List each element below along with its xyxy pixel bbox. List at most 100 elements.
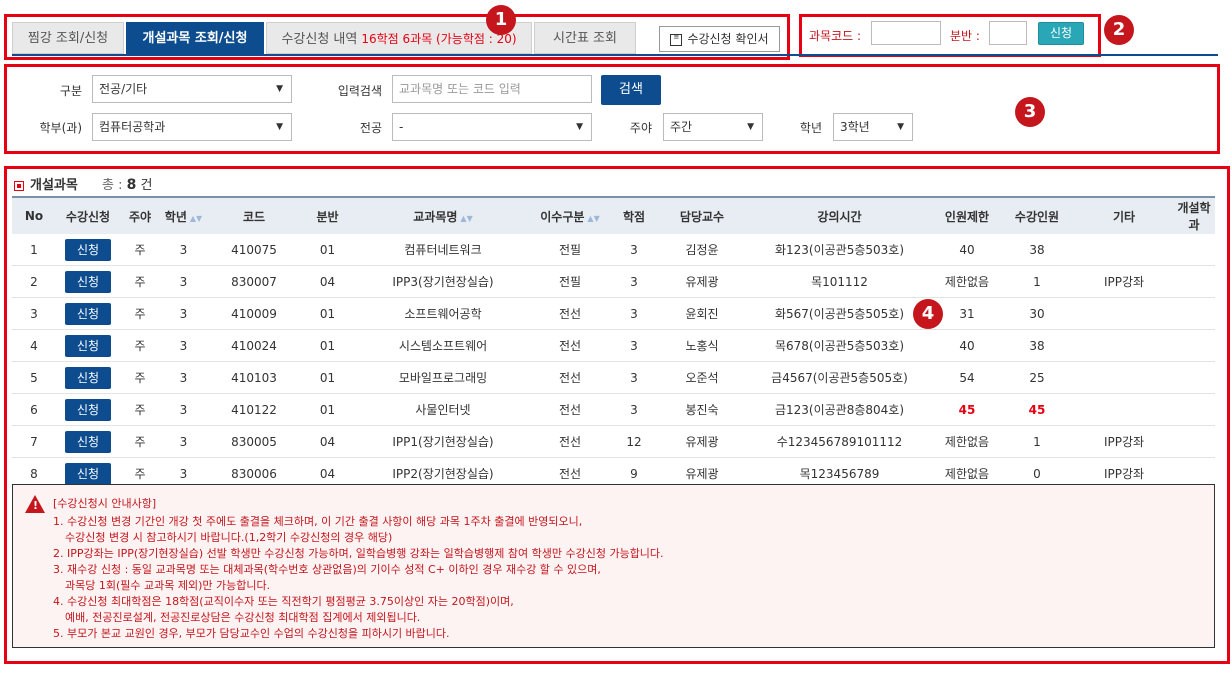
- cell-limit-text: 54: [959, 370, 975, 385]
- cell-daynight: 주: [120, 329, 160, 362]
- cell-limit-text: 31: [959, 306, 975, 321]
- cell-course-name-text: IPP3(장기현장실습): [392, 275, 494, 289]
- col-enrolled: 수강인원: [999, 196, 1075, 234]
- cell-course-name: IPP3(장기현장실습): [354, 265, 532, 298]
- cell-time: 목678(이공관5층503호): [744, 329, 935, 362]
- apply-button[interactable]: 신청: [65, 398, 111, 421]
- course-code-input[interactable]: [871, 21, 941, 45]
- table-row: 1 신청 주 3 410075 01 컴퓨터네트워크 전필 3 김정윤 화123(이공관5층503호…: [12, 234, 1215, 266]
- chevron-down-icon: ▼: [576, 122, 583, 132]
- col-year[interactable]: 학년 ▲▼: [160, 196, 207, 234]
- cell-year: 3: [160, 361, 207, 394]
- tab-timetable[interactable]: 시간표 조회: [534, 22, 636, 54]
- cell-code: 830007: [207, 265, 301, 298]
- cell-dept: [1173, 361, 1215, 394]
- total-unit: 건: [140, 178, 153, 193]
- cell-section: 01: [301, 297, 354, 330]
- cell-code: 830005: [207, 425, 301, 458]
- cell-etc-text: IPP강좌: [1103, 275, 1145, 289]
- cell-type: 전필: [532, 265, 608, 298]
- keyword-input[interactable]: 교과목명 또는 코드 입력: [392, 75, 592, 103]
- cell-type: 전필: [532, 234, 608, 266]
- tab-favorites[interactable]: 찜강 조회/신청: [12, 22, 124, 54]
- apply-button[interactable]: 신청: [65, 462, 111, 485]
- year-value: 3학년: [840, 120, 870, 134]
- cell-course-name-text: IPP1(장기현장실습): [392, 435, 494, 449]
- cell-course-name: 사물인터넷: [354, 393, 532, 426]
- cell-time-text: 화123(이공관5층503호): [774, 243, 905, 257]
- col-dept: 개설학과: [1173, 196, 1215, 234]
- apply-button[interactable]: 신청: [65, 302, 111, 325]
- category-select[interactable]: 전공/기타 ▼: [92, 75, 292, 103]
- cell-time: 화567(이공관5층505호): [744, 297, 935, 330]
- cell-code-text: 830005: [231, 434, 277, 449]
- cell-credit-text: 3: [630, 370, 638, 385]
- notice-title: [수강신청시 안내사항]: [53, 497, 157, 510]
- cell-limit-text: 45: [958, 402, 976, 417]
- tab-open-courses[interactable]: 개설과목 조회/신청: [126, 22, 264, 54]
- cell-professor-text: 노홍식: [685, 339, 719, 353]
- cell-code: 410122: [207, 393, 301, 426]
- apply-button[interactable]: 신청: [65, 238, 111, 261]
- daynight-select[interactable]: 주간 ▼: [663, 113, 763, 141]
- cell-dept: [1173, 297, 1215, 330]
- major-select[interactable]: - ▼: [392, 113, 592, 141]
- cell-code-text: 830006: [231, 466, 277, 481]
- col-year-label: 학년: [164, 209, 187, 224]
- cell-daynight-text: 주: [134, 243, 146, 257]
- cell-enrolled: 25: [999, 361, 1075, 394]
- cell-credit: 3: [608, 393, 660, 426]
- cell-limit: 제한없음: [935, 425, 999, 458]
- apply-button[interactable]: 신청: [65, 430, 111, 453]
- cell-code-text: 410024: [231, 338, 277, 353]
- cell-professor-text: 유제광: [685, 467, 719, 481]
- col-course-name[interactable]: 교과목명 ▲▼: [354, 196, 532, 234]
- major-value: -: [399, 120, 404, 134]
- category-label: 구분: [59, 84, 82, 98]
- cell-code: 410075: [207, 234, 301, 266]
- cell-enrolled: 38: [999, 329, 1075, 362]
- daynight-label: 주야: [629, 121, 652, 135]
- dept-select[interactable]: 컴퓨터공학과 ▼: [92, 113, 292, 141]
- cell-daynight: 주: [120, 393, 160, 426]
- apply-submit-button[interactable]: 신청: [1038, 22, 1084, 45]
- cell-credit-text: 3: [630, 402, 638, 417]
- notice-line: 3. 재수강 신청 : 동일 교과목명 또는 대체과목(학수번호 상관없음)의 …: [53, 563, 601, 576]
- section-label: 분반 :: [950, 29, 980, 43]
- cell-section-text: 01: [319, 306, 336, 321]
- year-select[interactable]: 3학년 ▼: [833, 113, 913, 141]
- credit-summary: 16학점 6과목 (가능학점 : 20): [361, 32, 517, 46]
- cell-limit-text: 40: [959, 338, 975, 353]
- cell-year-text: 3: [179, 274, 188, 289]
- cell-daynight-text: 주: [134, 467, 146, 481]
- cell-enrolled-text: 1: [1033, 434, 1041, 449]
- apply-button[interactable]: 신청: [65, 334, 111, 357]
- cell-type-text: 전선: [558, 403, 582, 417]
- apply-button[interactable]: 신청: [65, 270, 111, 293]
- section-input[interactable]: [989, 21, 1027, 45]
- marker-1: 1: [486, 5, 516, 35]
- cell-no: 4: [12, 329, 56, 362]
- cell-no-text: 6: [30, 402, 38, 417]
- cell-dept: [1173, 393, 1215, 426]
- search-button[interactable]: 검색: [601, 75, 661, 105]
- cell-credit: 12: [608, 425, 660, 458]
- cell-time-text: 목123456789: [799, 467, 880, 481]
- tab-label: 수강신청 내역: [281, 32, 358, 47]
- cell-no-text: 3: [30, 306, 38, 321]
- cell-credit-text: 3: [630, 242, 638, 257]
- cell-section-text: 04: [319, 434, 336, 449]
- cell-limit: 45: [935, 393, 999, 426]
- cell-limit: 제한없음: [935, 265, 999, 298]
- confirmation-button[interactable]: ≡ 수강신청 확인서: [659, 26, 780, 52]
- marker-2: 2: [1104, 15, 1134, 45]
- cell-type-text: 전선: [558, 371, 582, 385]
- cell-credit: 3: [608, 329, 660, 362]
- cell-year-text: 3: [179, 242, 188, 257]
- cell-daynight: 주: [120, 265, 160, 298]
- chevron-down-icon: ▼: [276, 84, 283, 94]
- cell-professor-text: 유제광: [685, 275, 719, 289]
- apply-button[interactable]: 신청: [65, 366, 111, 389]
- cell-time: 금4567(이공관5층505호): [744, 361, 935, 394]
- col-type[interactable]: 이수구분 ▲▼: [532, 196, 608, 234]
